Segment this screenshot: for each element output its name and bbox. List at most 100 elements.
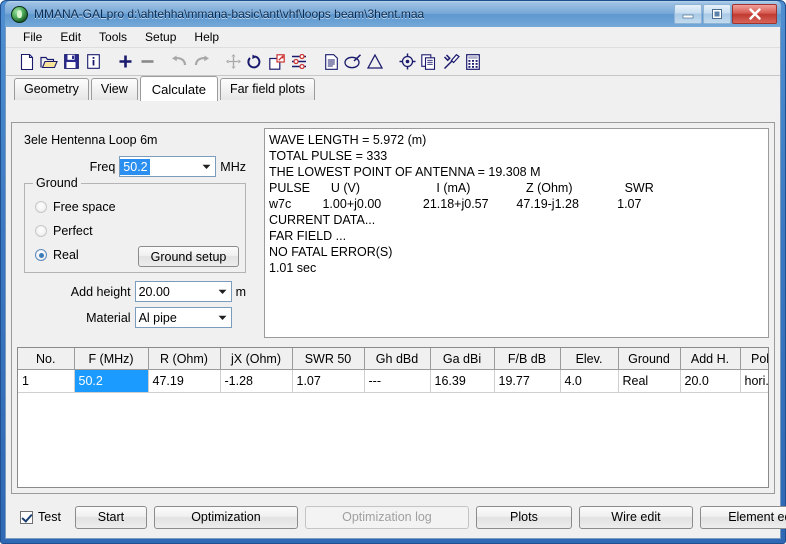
calculation-output[interactable]: WAVE LENGTH = 5.972 (m) TOTAL PULSE = 33… bbox=[264, 128, 769, 338]
radio-real[interactable]: Real bbox=[35, 248, 79, 262]
plots-button[interactable]: Plots bbox=[475, 505, 572, 529]
cell-fb-db[interactable]: 19.77 bbox=[494, 369, 561, 393]
copy-icon[interactable] bbox=[418, 51, 440, 73]
wire-edit-button[interactable]: Wire edit bbox=[578, 505, 693, 529]
menu-item-tools[interactable]: Tools bbox=[90, 28, 136, 46]
column-header-ga-dbi[interactable]: Ga dBi bbox=[430, 348, 495, 370]
triangle-icon[interactable] bbox=[364, 51, 386, 73]
menu-item-setup[interactable]: Setup bbox=[136, 28, 185, 46]
radio-indicator-free-space[interactable] bbox=[35, 201, 47, 213]
toolbar bbox=[6, 48, 780, 76]
column-header-fb-db[interactable]: F/B dB bbox=[494, 348, 561, 370]
title-bar: MMANA-GALpro d:\ahtehha\mmana-basic\ant\… bbox=[5, 1, 781, 27]
cell-r[interactable]: 47.19 bbox=[148, 369, 221, 393]
new-file-icon[interactable] bbox=[16, 51, 38, 73]
application-window: MMANA-GALpro d:\ahtehha\mmana-basic\ant\… bbox=[0, 0, 786, 544]
frequency-combo[interactable]: 50.2 bbox=[119, 156, 217, 177]
column-header-f[interactable]: F (MHz) bbox=[74, 348, 149, 370]
optimization-button[interactable]: Optimization bbox=[153, 505, 298, 529]
scale-expand-icon[interactable] bbox=[266, 51, 288, 73]
cell-add-h[interactable]: 20.0 bbox=[680, 369, 741, 393]
cell-ground[interactable]: Real bbox=[618, 369, 681, 393]
radio-free-space[interactable]: Free space bbox=[35, 200, 116, 214]
window-title: MMANA-GALpro d:\ahtehha\mmana-basic\ant\… bbox=[34, 7, 425, 21]
element-edit-button[interactable]: Element edit bbox=[699, 505, 786, 529]
output-line: THE LOWEST POINT OF ANTENNA = 19.308 M bbox=[269, 165, 541, 179]
cell-elev[interactable]: 4.0 bbox=[560, 369, 619, 393]
table-row[interactable]: 1 50.2 47.19 -1.28 1.07 --- 16.39 19.77 … bbox=[18, 369, 768, 393]
bottom-action-bar: Test Start Optimization Optimization log… bbox=[11, 500, 786, 534]
chevron-down-icon[interactable] bbox=[198, 157, 215, 176]
cell-gh-dbd[interactable]: --- bbox=[364, 369, 431, 393]
tab-calculate[interactable]: Calculate bbox=[139, 76, 218, 101]
column-header-swr50[interactable]: SWR 50 bbox=[292, 348, 365, 370]
ellipse-draw-icon[interactable] bbox=[342, 51, 364, 73]
material-combo[interactable]: Al pipe bbox=[134, 307, 232, 328]
tab-geometry[interactable]: Geometry bbox=[14, 78, 89, 100]
info-icon[interactable] bbox=[82, 51, 104, 73]
add-height-combo[interactable]: 20.00 bbox=[134, 281, 232, 302]
column-header-gh-dbd[interactable]: Gh dBd bbox=[364, 348, 431, 370]
calculator-icon[interactable] bbox=[462, 51, 484, 73]
remove-minus-icon[interactable] bbox=[136, 51, 158, 73]
redo-icon bbox=[190, 51, 212, 73]
frequency-row: Freq 50.2 MHz bbox=[24, 156, 246, 177]
chevron-down-icon[interactable] bbox=[214, 282, 231, 301]
calculate-panel: 3ele Hentenna Loop 6m Freq 50.2 MHz Grou… bbox=[11, 122, 775, 494]
maximize-button[interactable] bbox=[703, 4, 731, 24]
cell-jx[interactable]: -1.28 bbox=[220, 369, 293, 393]
minimize-button[interactable] bbox=[674, 4, 702, 24]
column-header-jx[interactable]: jX (Ohm) bbox=[220, 348, 293, 370]
rotate-icon[interactable] bbox=[244, 51, 266, 73]
radio-indicator-real[interactable] bbox=[35, 249, 47, 261]
add-plus-icon[interactable] bbox=[114, 51, 136, 73]
close-button[interactable] bbox=[732, 4, 777, 24]
ground-setup-button[interactable]: Ground setup bbox=[138, 246, 239, 267]
frequency-unit: MHz bbox=[220, 159, 246, 174]
calculate-settings-pane: 3ele Hentenna Loop 6m Freq 50.2 MHz Grou… bbox=[12, 123, 257, 343]
chevron-down-icon[interactable] bbox=[214, 308, 231, 327]
material-row: Material Al pipe m bbox=[24, 307, 246, 328]
cell-polar[interactable]: hori. bbox=[740, 369, 768, 393]
radio-indicator-perfect[interactable] bbox=[35, 225, 47, 237]
material-label: Material bbox=[86, 310, 131, 325]
cell-ga-dbi[interactable]: 16.39 bbox=[430, 369, 495, 393]
menu-item-help[interactable]: Help bbox=[185, 28, 228, 46]
column-header-add-h[interactable]: Add H. bbox=[680, 348, 741, 370]
tools-hammer-icon[interactable] bbox=[440, 51, 462, 73]
column-header-no[interactable]: No. bbox=[18, 348, 75, 370]
frequency-value[interactable]: 50.2 bbox=[120, 158, 150, 175]
menu-item-edit[interactable]: Edit bbox=[51, 28, 90, 46]
column-header-ground[interactable]: Ground bbox=[618, 348, 681, 370]
test-checkbox[interactable] bbox=[20, 510, 33, 524]
column-header-polar[interactable]: Polar. bbox=[740, 348, 768, 370]
save-disk-icon[interactable] bbox=[60, 51, 82, 73]
ground-group-legend: Ground bbox=[33, 176, 81, 190]
start-button[interactable]: Start bbox=[74, 505, 147, 529]
cell-no[interactable]: 1 bbox=[18, 369, 75, 393]
target-icon[interactable] bbox=[396, 51, 418, 73]
cell-swr50[interactable]: 1.07 bbox=[292, 369, 365, 393]
tab-view[interactable]: View bbox=[90, 78, 138, 100]
document-icon[interactable] bbox=[320, 51, 342, 73]
output-line: 1.01 sec bbox=[269, 261, 317, 275]
tab-far-field-plots[interactable]: Far field plots bbox=[219, 78, 315, 100]
material-value[interactable]: Al pipe bbox=[136, 311, 214, 325]
output-line: NO FATAL ERROR(S) bbox=[269, 245, 393, 259]
menu-bar: File Edit Tools Setup Help bbox=[6, 27, 780, 48]
cell-f[interactable]: 50.2 bbox=[74, 369, 149, 393]
window-controls bbox=[673, 4, 777, 24]
open-folder-icon[interactable] bbox=[38, 51, 60, 73]
sliders-icon[interactable] bbox=[288, 51, 310, 73]
output-line: WAVE LENGTH = 5.972 (m) bbox=[269, 133, 427, 147]
radio-perfect[interactable]: Perfect bbox=[35, 224, 93, 238]
column-header-elev[interactable]: Elev. bbox=[560, 348, 619, 370]
test-checkbox-label: Test bbox=[38, 510, 61, 524]
results-table-container[interactable]: No. F (MHz) R (Ohm) jX (Ohm) SWR 50 Gh d… bbox=[17, 347, 769, 488]
add-height-value[interactable]: 20.00 bbox=[136, 285, 214, 299]
menu-item-file[interactable]: File bbox=[14, 28, 51, 46]
output-line: FAR FIELD ... bbox=[269, 229, 347, 243]
mmana-app-icon[interactable] bbox=[11, 5, 28, 23]
move-arrows-icon bbox=[222, 51, 244, 73]
column-header-r[interactable]: R (Ohm) bbox=[148, 348, 221, 370]
